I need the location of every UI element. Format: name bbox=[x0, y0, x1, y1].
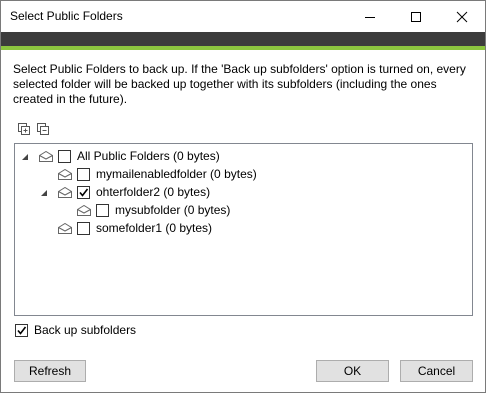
tree-item-mysubfolder[interactable]: mysubfolder (0 bytes) bbox=[77, 201, 230, 219]
tree-item-ohterfolder2[interactable]: ohterfolder2 (0 bytes) bbox=[39, 183, 210, 201]
ok-button[interactable]: OK bbox=[316, 360, 389, 382]
minimize-icon bbox=[365, 17, 375, 18]
collapse-arrow-icon[interactable] bbox=[20, 151, 30, 161]
close-icon bbox=[456, 11, 468, 23]
title-bar[interactable]: Select Public Folders bbox=[1, 1, 485, 32]
folder-checkbox[interactable] bbox=[58, 149, 71, 163]
cancel-button[interactable]: Cancel bbox=[400, 360, 473, 382]
folder-checkbox[interactable] bbox=[96, 203, 109, 217]
backup-subfolders-label: Back up subfolders bbox=[34, 323, 137, 337]
backup-subfolders-option[interactable]: Back up subfolders bbox=[15, 323, 136, 337]
envelope-icon bbox=[58, 168, 72, 180]
envelope-icon bbox=[58, 222, 72, 234]
tree-item-label: mymailenabledfolder (0 bytes) bbox=[96, 167, 257, 181]
collapse-arrow-icon[interactable] bbox=[39, 187, 49, 197]
folder-checkbox[interactable] bbox=[77, 167, 90, 181]
tree-item-label: somefolder1 (0 bytes) bbox=[96, 221, 213, 235]
close-button[interactable] bbox=[439, 1, 485, 32]
backup-subfolders-checkbox[interactable] bbox=[15, 323, 28, 337]
envelope-icon bbox=[77, 204, 91, 216]
refresh-button[interactable]: Refresh bbox=[14, 360, 86, 382]
tree-item-label: ohterfolder2 (0 bytes) bbox=[96, 185, 211, 199]
description-text: Select Public Folders to back up. If the… bbox=[13, 62, 466, 106]
folder-checkbox[interactable] bbox=[77, 185, 90, 199]
minimize-button[interactable] bbox=[347, 1, 393, 32]
expand-all-icon bbox=[18, 123, 30, 135]
tree-item-label: mysubfolder (0 bytes) bbox=[115, 203, 231, 217]
collapse-all-icon bbox=[37, 123, 49, 135]
tree-item-mymailenabledfolder[interactable]: mymailenabledfolder (0 bytes) bbox=[58, 165, 257, 183]
maximize-button[interactable] bbox=[393, 1, 439, 32]
tree-item-somefolder1[interactable]: somefolder1 (0 bytes) bbox=[58, 219, 212, 237]
envelope-icon bbox=[58, 186, 72, 198]
expand-all-button[interactable] bbox=[17, 122, 31, 136]
folder-checkbox[interactable] bbox=[77, 221, 90, 235]
collapse-all-button[interactable] bbox=[36, 122, 50, 136]
checkmark-icon bbox=[17, 326, 27, 335]
envelope-icon bbox=[39, 150, 53, 162]
header-accent-bar bbox=[1, 32, 485, 46]
checkmark-icon bbox=[79, 188, 89, 197]
folder-tree[interactable]: All Public Folders (0 bytes) mymailenabl… bbox=[14, 143, 473, 316]
window-title: Select Public Folders bbox=[10, 9, 123, 23]
tree-item-label: All Public Folders (0 bytes) bbox=[77, 149, 220, 163]
tree-item-all-public-folders[interactable]: All Public Folders (0 bytes) bbox=[20, 147, 220, 165]
dialog-window: Select Public Folders Select Public Fold… bbox=[0, 0, 486, 393]
header-accent-stripe bbox=[1, 46, 485, 50]
maximize-icon bbox=[411, 12, 421, 22]
